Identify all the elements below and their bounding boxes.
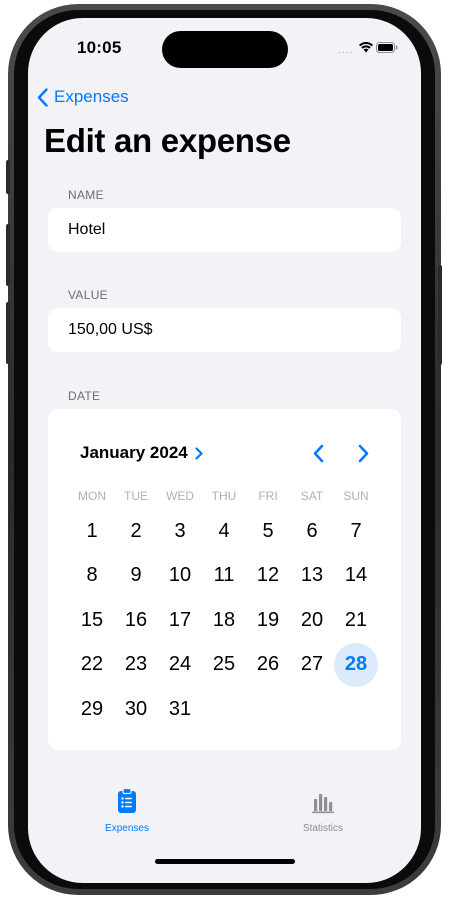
calendar-day[interactable]: 21	[334, 598, 378, 642]
battery-icon	[376, 42, 398, 53]
tab-statistics-label: Statistics	[302, 823, 343, 834]
action-button	[6, 160, 10, 194]
calendar-day[interactable]: 4	[202, 509, 246, 553]
chevron-left-icon	[37, 87, 48, 107]
name-field[interactable]	[48, 208, 401, 252]
weekday-label: TUE	[124, 489, 148, 503]
calendar-day-selected[interactable]: 28	[334, 642, 378, 687]
weekday-label: FRI	[258, 489, 278, 503]
calendar-day[interactable]: 1	[70, 509, 114, 553]
calendar-day[interactable]: 10	[158, 554, 202, 598]
name-input[interactable]	[68, 221, 401, 239]
clipboard-list-icon	[118, 787, 136, 813]
screen: 10:05 .... Expenses Edit an expense NAME…	[28, 18, 421, 883]
back-button[interactable]: Expenses	[37, 84, 129, 110]
home-indicator	[155, 859, 295, 864]
calendar-day[interactable]: 9	[114, 554, 158, 598]
weekday-header: MON TUE WED THU FRI SAT SUN	[70, 489, 378, 505]
calendar-day[interactable]: 15	[70, 598, 114, 642]
calendar-day[interactable]: 8	[70, 554, 114, 598]
value-input[interactable]	[68, 321, 401, 339]
calendar-day[interactable]: 14	[334, 554, 378, 598]
chevron-left-icon	[313, 444, 324, 463]
tab-expenses[interactable]: Expenses	[67, 787, 187, 834]
back-button-label: Expenses	[54, 87, 129, 106]
page-title: Edit an expense	[44, 122, 291, 159]
calendar-day[interactable]: 20	[290, 598, 334, 642]
calendar-day[interactable]: 27	[290, 643, 334, 687]
power-button	[438, 265, 442, 365]
calendar-day[interactable]: 31	[158, 687, 202, 731]
calendar-day[interactable]: 7	[334, 509, 378, 553]
calendar-day[interactable]: 19	[246, 598, 290, 642]
calendar-day[interactable]: 23	[114, 643, 158, 687]
wifi-icon	[359, 42, 373, 53]
calendar-day[interactable]: 12	[246, 554, 290, 598]
value-field[interactable]	[48, 308, 401, 352]
calendar-day[interactable]: 3	[158, 509, 202, 553]
volume-up-button	[6, 224, 10, 286]
month-year-button[interactable]: January 2024	[80, 443, 203, 463]
status-time: 10:05	[77, 38, 122, 57]
weekday-label: THU	[211, 489, 237, 503]
weekday-label: WED	[166, 489, 194, 503]
calendar-day[interactable]: 11	[202, 554, 246, 598]
calendar-day[interactable]: 25	[202, 643, 246, 687]
calendar-day[interactable]: 29	[70, 687, 114, 731]
month-year-label: January 2024	[80, 443, 188, 462]
volume-down-button	[6, 302, 10, 364]
calendar-day[interactable]: 22	[70, 643, 114, 687]
previous-month-button[interactable]	[312, 444, 324, 468]
date-picker: January 2024 MON TUE WED THU FRI SAT SUN 12345…	[48, 409, 401, 750]
weekday-label: SUN	[343, 489, 369, 503]
bar-chart-icon	[312, 794, 334, 814]
calendar-day[interactable]: 26	[246, 643, 290, 687]
next-month-button[interactable]	[358, 444, 370, 468]
name-section-label: NAME	[68, 188, 104, 202]
calendar-day[interactable]: 16	[114, 598, 158, 642]
dynamic-island	[162, 31, 288, 68]
chevron-right-icon	[195, 446, 203, 460]
signal-icon: ....	[338, 45, 354, 56]
calendar-day[interactable]: 13	[290, 554, 334, 598]
calendar-day[interactable]: 6	[290, 509, 334, 553]
calendar-day[interactable]: 18	[202, 598, 246, 642]
calendar-day[interactable]: 17	[158, 598, 202, 642]
calendar-day[interactable]: 5	[246, 509, 290, 553]
weekday-label: MON	[78, 489, 106, 503]
tab-statistics[interactable]: Statistics	[263, 788, 383, 834]
chevron-right-icon	[358, 444, 369, 463]
calendar-day[interactable]: 24	[158, 643, 202, 687]
value-section-label: VALUE	[68, 288, 108, 302]
date-section-label: DATE	[68, 389, 101, 403]
calendar-day[interactable]: 30	[114, 687, 158, 731]
status-icons: ....	[338, 40, 398, 56]
tab-bar: Expenses Statistics	[28, 787, 421, 848]
tab-expenses-label: Expenses	[105, 823, 149, 834]
weekday-label: SAT	[300, 489, 324, 503]
calendar-day[interactable]: 2	[114, 509, 158, 553]
